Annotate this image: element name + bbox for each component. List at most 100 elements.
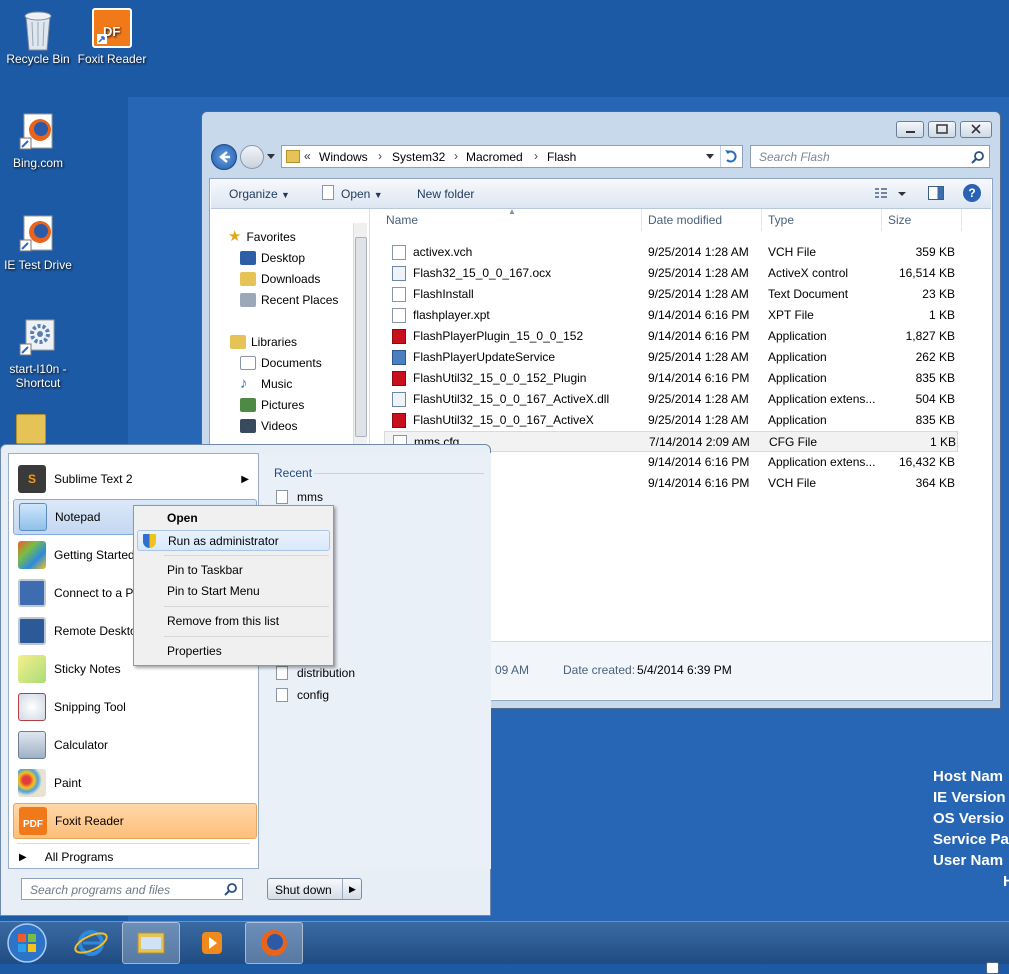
tray-icon[interactable]	[986, 962, 999, 974]
new-folder-button[interactable]: New folder	[417, 187, 474, 201]
program-foxit-reader[interactable]: PDF Foxit Reader	[13, 803, 257, 839]
file-row[interactable]: Flash32_15_0_0_167.ocx 9/25/2014 1:28 AM A…	[384, 263, 958, 284]
open-button[interactable]: Open ▼	[341, 187, 383, 201]
shutdown-button[interactable]: Shut down ▶	[267, 878, 362, 900]
nav-pictures[interactable]: Pictures	[240, 396, 304, 414]
nav-downloads[interactable]: Downloads	[240, 270, 320, 288]
column-date-modified[interactable]: Date modified	[642, 209, 762, 231]
taskbar-windows-explorer[interactable]	[122, 922, 180, 964]
taskbar-firefox[interactable]	[245, 922, 303, 964]
shutdown-label: Shut down	[275, 883, 332, 897]
menu-open[interactable]: Open	[137, 508, 330, 529]
search-placeholder: Search Flash	[759, 150, 830, 164]
file-date: 9/14/2014 6:16 PM	[648, 329, 750, 343]
program-snipping-tool[interactable]: Snipping Tool	[13, 689, 257, 725]
program-label: Getting Started	[54, 548, 135, 562]
column-type[interactable]: Type	[762, 209, 882, 231]
nav-desktop[interactable]: Desktop	[240, 249, 305, 267]
file-row[interactable]: FlashUtil32_15_0_0_152_Plugin 9/14/2014 6…	[384, 368, 958, 389]
nav-scrollbar[interactable]	[353, 223, 367, 473]
menu-pin-to-start-menu[interactable]: Pin to Start Menu	[137, 581, 330, 602]
breadcrumb-system32[interactable]: System32	[392, 150, 445, 164]
file-row[interactable]: flashplayer.xpt 9/14/2014 6:16 PM XPT File…	[384, 305, 958, 326]
context-menu[interactable]: Open Run as administrator Pin to Taskbar…	[133, 505, 334, 666]
file-row[interactable]: FlashInstall 9/25/2014 1:28 AM Text Docume…	[384, 284, 958, 305]
column-size[interactable]: Size	[882, 209, 962, 231]
nav-documents[interactable]: Documents	[240, 354, 322, 372]
chevron-right-icon[interactable]: ▶	[241, 474, 249, 485]
history-dropdown-icon[interactable]	[267, 154, 275, 159]
info-host-name: Host Nam	[933, 768, 1004, 785]
address-bar[interactable]: « Windows › System32 › Macromed › Flash	[281, 145, 743, 168]
program-calculator[interactable]: Calculator	[13, 727, 257, 763]
file-type: Application	[768, 371, 827, 385]
caret-down-icon: ▼	[281, 190, 290, 200]
desktop-icon-start-l10n[interactable]: start-l10n - Shortcut	[0, 318, 76, 390]
nav-music[interactable]: ♪ Music	[240, 375, 292, 393]
program-paint[interactable]: Paint	[13, 765, 257, 801]
desktop-icon-recycle-bin[interactable]: Recycle Bin	[0, 8, 76, 66]
nav-label: Music	[261, 377, 293, 391]
nav-recent-places[interactable]: Recent Places	[240, 291, 338, 309]
desktop-icon-ie-test-drive[interactable]: IE Test Drive	[0, 214, 76, 272]
nav-label: Downloads	[261, 272, 321, 286]
menu-pin-to-taskbar[interactable]: Pin to Taskbar	[137, 560, 330, 581]
organize-button[interactable]: Organize ▼	[229, 187, 290, 201]
refresh-icon[interactable]	[720, 146, 742, 167]
info-service-pack: Service Pa	[933, 831, 1009, 848]
menu-remove-from-list[interactable]: Remove from this list	[137, 611, 330, 632]
nav-favorites[interactable]: ★ Favorites	[228, 228, 296, 246]
desktop-icon-bing[interactable]: Bing.com	[0, 112, 76, 170]
view-options-icon[interactable]	[874, 187, 908, 204]
preview-pane-icon[interactable]	[928, 186, 944, 200]
settings-shortcut-icon	[18, 318, 58, 358]
file-icon	[392, 308, 406, 323]
taskbar-internet-explorer[interactable]	[62, 922, 120, 964]
file-icon	[322, 185, 334, 200]
nav-libraries[interactable]: Libraries	[230, 333, 297, 351]
nav-label: Recent Places	[261, 293, 339, 307]
foxit-pdf-icon: PDF	[19, 807, 47, 835]
help-icon[interactable]: ?	[963, 184, 981, 202]
search-icon[interactable]	[971, 150, 985, 167]
info-h: H	[1003, 873, 1009, 890]
file-row[interactable]: FlashUtil32_15_0_0_167_ActiveX 9/25/2014 …	[384, 410, 958, 431]
search-icon[interactable]	[224, 882, 238, 899]
breadcrumb-flash[interactable]: Flash	[547, 150, 576, 164]
taskbar-media-player[interactable]	[183, 922, 241, 964]
menu-run-as-administrator[interactable]: Run as administrator	[137, 530, 330, 551]
close-button[interactable]	[960, 121, 992, 138]
scrollbar-thumb[interactable]	[355, 237, 367, 437]
all-programs-button[interactable]: ▶ All Programs	[19, 850, 113, 864]
start-search-box[interactable]: Search programs and files	[21, 878, 243, 900]
shutdown-options-arrow[interactable]: ▶	[342, 879, 362, 899]
breadcrumb-windows[interactable]: Windows	[319, 150, 368, 164]
maximize-button[interactable]	[928, 121, 956, 138]
recent-item[interactable]: config	[276, 686, 329, 704]
folder-icon[interactable]	[16, 414, 46, 444]
start-button[interactable]	[5, 922, 49, 964]
nav-videos[interactable]: Videos	[240, 417, 297, 435]
file-row[interactable]: FlashUtil32_15_0_0_167_ActiveX.dll 9/25/2…	[384, 389, 958, 410]
program-sublime-text[interactable]: S Sublime Text 2 ▶	[13, 461, 257, 497]
minimize-button[interactable]	[896, 121, 924, 138]
start-search-placeholder: Search programs and files	[30, 883, 171, 897]
file-row[interactable]: activex.vch 9/25/2014 1:28 AM VCH File 359 …	[384, 242, 958, 263]
search-box[interactable]: Search Flash	[750, 145, 990, 168]
file-row[interactable]: FlashPlayerUpdateService 9/25/2014 1:28 A…	[384, 347, 958, 368]
desktop-icon-label: IE Test Drive	[4, 258, 72, 272]
address-dropdown-icon[interactable]	[706, 154, 714, 159]
back-button[interactable]	[211, 144, 237, 170]
file-type: Application	[768, 329, 827, 343]
file-size: 504 KB	[915, 392, 955, 406]
file-row[interactable]: FlashPlayerPlugin_15_0_0_152 9/14/2014 6:…	[384, 326, 958, 347]
menu-properties[interactable]: Properties	[137, 641, 330, 662]
desktop-icon-foxit-reader[interactable]: DF Foxit Reader	[74, 8, 150, 66]
recent-item[interactable]: mms	[276, 488, 323, 506]
forward-button[interactable]	[240, 145, 264, 169]
file-icon	[392, 245, 406, 260]
breadcrumb-macromed[interactable]: Macromed	[466, 150, 523, 164]
folder-icon	[286, 150, 300, 163]
arrow-right-icon: ▶	[19, 851, 27, 863]
recent-item[interactable]: distribution	[276, 664, 355, 682]
